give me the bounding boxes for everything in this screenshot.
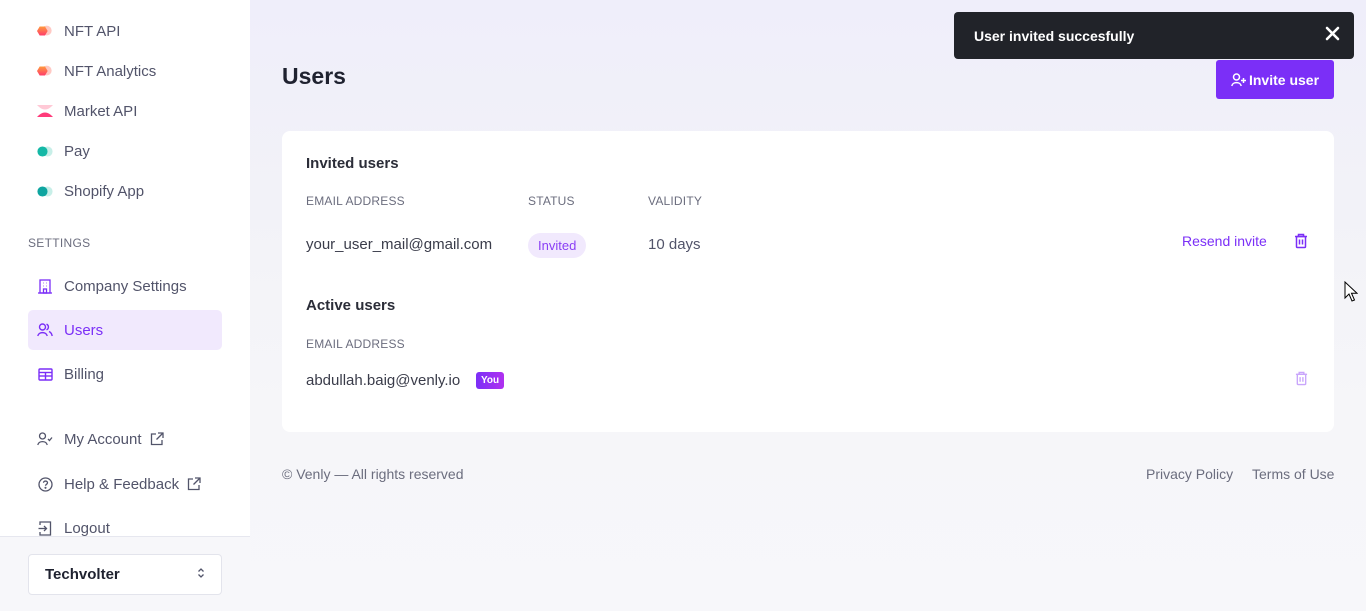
- billing-icon: [37, 366, 53, 382]
- sidebar-item-pay[interactable]: Pay: [28, 131, 222, 171]
- users-icon: [37, 322, 53, 338]
- invited-users-heading: Invited users: [306, 155, 399, 172]
- column-header-email: EMAIL ADDRESS: [306, 194, 405, 208]
- help-circle-icon: [37, 476, 53, 492]
- invite-user-label: Invite user: [1248, 71, 1320, 88]
- active-email: abdullah.baig@venly.io: [306, 372, 461, 389]
- sidebar-item-nft-api[interactable]: NFT API: [28, 11, 222, 51]
- organization-name: Techvolter: [45, 566, 120, 583]
- status-badge: Invited: [528, 233, 587, 258]
- active-users-heading: Active users: [306, 297, 396, 314]
- organization-select[interactable]: Techvolter: [28, 554, 222, 595]
- shopify-app-logo-icon: [37, 183, 53, 199]
- pay-logo-icon: [37, 143, 53, 159]
- users-card: Invited users EMAIL ADDRESS STATUS VALID…: [282, 131, 1334, 432]
- sidebar-item-label: Market API: [64, 102, 138, 120]
- success-toast: User invited succesfully: [954, 12, 1354, 59]
- sidebar-item-nft-analytics[interactable]: NFT Analytics: [28, 51, 222, 91]
- sidebar-item-shopify-app[interactable]: Shopify App: [28, 171, 222, 211]
- sidebar-item-label: Logout: [64, 519, 110, 537]
- toast-message: User invited succesfully: [974, 27, 1135, 44]
- sidebar-item-market-api[interactable]: Market API: [28, 91, 222, 131]
- resend-invite-link[interactable]: Resend invite: [1182, 233, 1267, 249]
- close-icon[interactable]: [1325, 26, 1340, 44]
- sidebar-item-label: My Account: [64, 430, 142, 448]
- sidebar-item-billing[interactable]: Billing: [28, 354, 222, 394]
- privacy-policy-link[interactable]: Privacy Policy: [1146, 466, 1233, 482]
- sidebar-item-label: Pay: [64, 142, 90, 160]
- you-badge: You: [476, 372, 505, 389]
- mouse-cursor-icon: [1344, 280, 1359, 308]
- sidebar-item-label: Billing: [64, 365, 105, 383]
- sidebar-item-label: NFT API: [64, 22, 121, 40]
- sidebar-item-label: Help & Feedback: [64, 475, 180, 493]
- copyright: © Venly — All rights reserved: [282, 466, 464, 482]
- sidebar-item-help-feedback[interactable]: Help & Feedback: [28, 464, 222, 504]
- main-content: Users Invite user Invited users EMAIL AD…: [250, 0, 1366, 611]
- settings-section-label: SETTINGS: [28, 236, 91, 250]
- market-api-logo-icon: [37, 103, 53, 119]
- nft-analytics-logo-icon: [37, 63, 53, 79]
- chevron-up-down-icon: [197, 566, 205, 583]
- invited-email: your_user_mail@gmail.com: [306, 236, 493, 253]
- logout-icon: [37, 520, 53, 536]
- column-header-email: EMAIL ADDRESS: [306, 337, 405, 351]
- building-icon: [37, 278, 53, 294]
- sidebar-footer: Techvolter: [0, 536, 250, 611]
- user-check-icon: [37, 431, 53, 447]
- column-header-validity: VALIDITY: [648, 194, 703, 208]
- sidebar: NFT API NFT Analytics Market API Pay Sho…: [0, 0, 250, 611]
- validity-value: 10 days: [648, 236, 701, 253]
- trash-icon-disabled: [1295, 371, 1308, 391]
- sidebar-item-label: Shopify App: [64, 182, 145, 200]
- trash-icon[interactable]: [1294, 233, 1308, 254]
- invite-user-button[interactable]: Invite user: [1216, 60, 1334, 99]
- sidebar-item-label: Users: [64, 321, 104, 339]
- sidebar-item-label: NFT Analytics: [64, 62, 157, 80]
- sidebar-item-users[interactable]: Users: [28, 310, 222, 350]
- external-link-icon: [187, 477, 201, 491]
- sidebar-item-company-settings[interactable]: Company Settings: [28, 266, 222, 306]
- sidebar-item-label: Company Settings: [64, 277, 187, 295]
- nft-api-logo-icon: [37, 23, 53, 39]
- page-title: Users: [282, 63, 346, 89]
- user-plus-icon: [1231, 72, 1246, 86]
- sidebar-item-my-account[interactable]: My Account: [28, 419, 222, 459]
- column-header-status: STATUS: [528, 194, 575, 208]
- terms-of-use-link[interactable]: Terms of Use: [1252, 466, 1334, 482]
- external-link-icon: [150, 432, 164, 446]
